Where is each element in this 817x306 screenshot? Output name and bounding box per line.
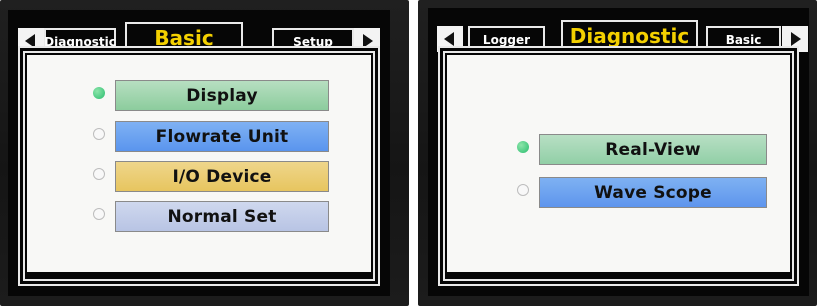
display-radio[interactable] bbox=[93, 87, 105, 99]
right-menu-frame: Real-View Wave Scope bbox=[438, 46, 799, 286]
io-device-radio[interactable] bbox=[93, 168, 105, 180]
left-device-photo: Diagnostic Basic Setup Display Flowrate … bbox=[0, 0, 409, 306]
right-device-photo: Logger Diagnostic Basic Real-View Wave S… bbox=[418, 0, 817, 306]
right-menu-panel: Real-View Wave Scope bbox=[447, 55, 790, 272]
wave-scope-radio[interactable] bbox=[517, 184, 529, 196]
normal-set-button[interactable]: Normal Set bbox=[115, 201, 329, 232]
wave-scope-button[interactable]: Wave Scope bbox=[539, 177, 767, 208]
flowrate-unit-button[interactable]: Flowrate Unit bbox=[115, 121, 329, 152]
flowrate-unit-radio[interactable] bbox=[93, 128, 105, 140]
right-lcd-screen: Logger Diagnostic Basic Real-View Wave S… bbox=[428, 8, 809, 296]
real-view-button[interactable]: Real-View bbox=[539, 134, 767, 165]
io-device-button[interactable]: I/O Device bbox=[115, 161, 329, 192]
display-button[interactable]: Display bbox=[115, 80, 329, 111]
real-view-radio[interactable] bbox=[517, 141, 529, 153]
normal-set-radio[interactable] bbox=[93, 208, 105, 220]
left-menu-frame: Display Flowrate Unit I/O Device Normal … bbox=[18, 46, 380, 286]
left-lcd-screen: Diagnostic Basic Setup Display Flowrate … bbox=[8, 10, 390, 296]
left-menu-panel: Display Flowrate Unit I/O Device Normal … bbox=[27, 55, 371, 272]
